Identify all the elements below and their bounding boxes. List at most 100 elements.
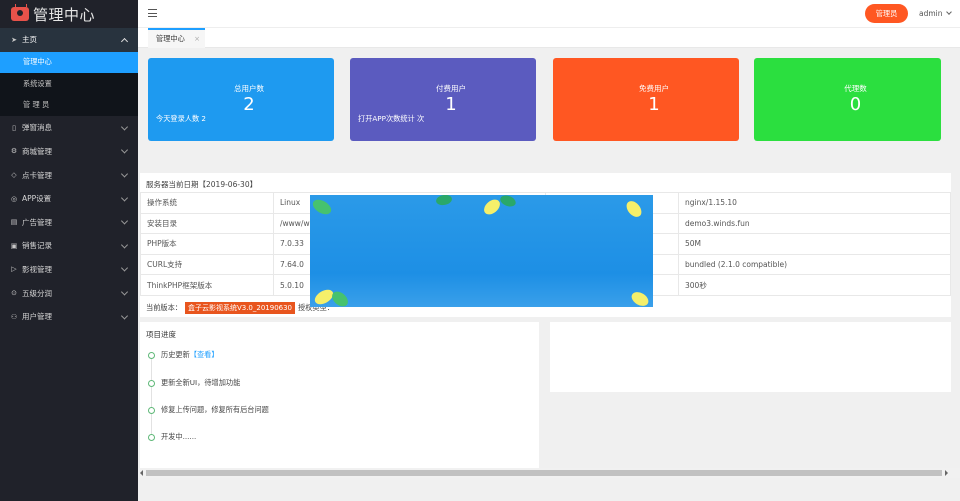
circle-icon	[148, 406, 155, 414]
stat-title: 总用户数	[234, 84, 264, 93]
circle-icon	[148, 351, 155, 359]
chevron-down-icon	[120, 146, 129, 155]
timeline-item: 更新全新UI，待增加功能	[148, 378, 240, 388]
chevron-down-icon	[120, 312, 129, 320]
timeline-text: 开发中......	[161, 432, 197, 441]
sidebar: 管理中心 ➤ 主页 管理中心 系统设置 管 理 员 ▯ 弹窗消息 ⚙ 商城管理 ◇ 点卡管…	[0, 0, 138, 501]
progress-title: 项目进度	[146, 330, 176, 339]
view-history-link[interactable]: 【查看】	[190, 350, 219, 360]
chevron-down-icon	[120, 288, 129, 296]
right-empty-panel	[550, 322, 951, 392]
version-row: 当前版本： 盒子云影视系统V3.0_20190630 授权类型：	[146, 302, 334, 314]
chevron-down-icon	[120, 241, 129, 249]
sidebar-item-label: 销售记录	[22, 241, 52, 251]
stat-card: 付费用户 1 打开APP次数统计 次	[350, 58, 536, 141]
stat-card: 代理数 0	[754, 58, 941, 141]
leaf-decoration	[312, 195, 649, 307]
info-value: 300秒	[678, 274, 951, 296]
sidebar-submenu: 管理中心 系统设置 管 理 员	[0, 51, 138, 117]
role-button[interactable]: 管理员	[865, 4, 908, 23]
sidebar-item-4[interactable]: ▤ 广告管理	[0, 210, 138, 234]
chevron-down-icon	[120, 170, 129, 178]
chevron-down-icon	[120, 217, 129, 225]
sidebar-item-label: 五级分润	[22, 288, 52, 298]
sidebar-item-label: 点卡管理	[22, 170, 52, 180]
user-menu[interactable]: admin	[919, 9, 952, 18]
horizontal-scrollbar[interactable]	[138, 468, 960, 478]
sidebar-item-label: APP设置	[22, 194, 52, 204]
sidebar-item-label: 主页	[22, 35, 37, 45]
timeline-text: 历史更新	[161, 350, 190, 359]
sidebar-item-1[interactable]: ⚙ 商城管理	[0, 140, 138, 164]
tv-logo-icon	[11, 7, 29, 21]
sidebar-subitem-admins[interactable]: 管 理 员	[0, 95, 138, 117]
info-value: demo3.winds.fun	[678, 212, 951, 235]
stat-title: 代理数	[844, 84, 867, 93]
chevron-down-icon	[945, 9, 952, 15]
tab-label: 管理中心	[156, 34, 185, 43]
sidebar-subitem-dashboard[interactable]: 管理中心	[0, 51, 138, 74]
scroll-right-icon[interactable]	[945, 470, 948, 476]
tab-bar: 管理中心 ×	[138, 28, 960, 48]
logo[interactable]: 管理中心	[0, 0, 138, 28]
sidebar-item-7[interactable]: ⊙ 五级分润	[0, 281, 138, 305]
menu-toggle-icon[interactable]	[148, 9, 157, 18]
timeline-line	[151, 358, 152, 438]
version-label: 当前版本：	[146, 303, 182, 312]
info-value: 50M	[678, 233, 951, 255]
stat-card: 免费用户 1	[553, 58, 739, 141]
sidebar-item-label: 用户管理	[22, 312, 52, 322]
chevron-down-icon	[120, 194, 129, 202]
scroll-left-icon[interactable]	[140, 470, 143, 476]
stat-value: 1	[445, 94, 457, 115]
info-value: bundled (2.1.0 compatible)	[678, 253, 951, 276]
play-icon: ▷	[11, 265, 17, 274]
gear-icon: ⚙	[10, 147, 18, 156]
sidebar-item-label: 影视管理	[22, 264, 52, 274]
share-icon: ⊙	[11, 289, 17, 298]
document-icon: ▤	[10, 218, 18, 227]
info-key: 操作系统	[140, 192, 274, 214]
phone-icon: ▯	[12, 123, 16, 132]
info-key: PHP版本	[140, 233, 274, 255]
sidebar-item-2[interactable]: ◇ 点卡管理	[0, 163, 138, 187]
timeline-item: 开发中......	[148, 432, 196, 442]
send-icon: ➤	[11, 35, 17, 44]
sidebar-item-8[interactable]: ⚇ 用户管理	[0, 305, 138, 329]
timeline-text: 修复上传问题，修复所有后台问题	[161, 405, 269, 414]
info-value: nginx/1.15.10	[678, 192, 951, 214]
chevron-down-icon	[120, 264, 129, 272]
stat-subtext: 打开APP次数统计 次	[358, 114, 425, 123]
sidebar-item-label: 商城管理	[22, 146, 52, 156]
info-key: 安装目录	[140, 212, 274, 235]
username: admin	[919, 9, 943, 18]
compass-icon: ◎	[10, 194, 18, 203]
version-badge: 盒子云影视系统V3.0_20190630	[184, 302, 296, 314]
info-key: ThinkPHP框架版本	[140, 274, 274, 296]
sidebar-subitem-settings[interactable]: 系统设置	[0, 73, 138, 95]
cart-icon: ▣	[10, 241, 18, 250]
close-icon[interactable]: ×	[194, 35, 200, 43]
scroll-thumb[interactable]	[146, 470, 942, 476]
chevron-down-icon	[120, 123, 129, 131]
sidebar-item-6[interactable]: ▷ 影视管理	[0, 258, 138, 282]
sidebar-item-0[interactable]: ▯ 弹窗消息	[0, 116, 138, 140]
tab-dashboard[interactable]: 管理中心 ×	[148, 28, 205, 48]
app-title: 管理中心	[33, 5, 96, 24]
timeline-text: 更新全新UI，待增加功能	[161, 378, 241, 387]
stat-title: 付费用户	[436, 84, 466, 93]
sidebar-item-3[interactable]: ◎ APP设置	[0, 187, 138, 211]
popup-banner-image[interactable]	[310, 195, 653, 307]
diamond-icon: ◇	[11, 171, 17, 180]
chevron-up-icon	[120, 37, 129, 45]
sidebar-item-5[interactable]: ▣ 销售记录	[0, 234, 138, 258]
timeline-item: 历史更新 【查看】	[148, 350, 219, 360]
stat-subtext: 今天登录人数 2	[156, 114, 206, 123]
stat-value: 2	[243, 94, 255, 115]
stat-value: 0	[849, 94, 862, 115]
sidebar-item-home[interactable]: ➤ 主页	[0, 28, 138, 52]
sidebar-item-label: 弹窗消息	[22, 123, 52, 133]
circle-icon	[148, 379, 155, 387]
top-header: 管理员 admin	[138, 0, 960, 28]
circle-icon	[148, 433, 155, 441]
